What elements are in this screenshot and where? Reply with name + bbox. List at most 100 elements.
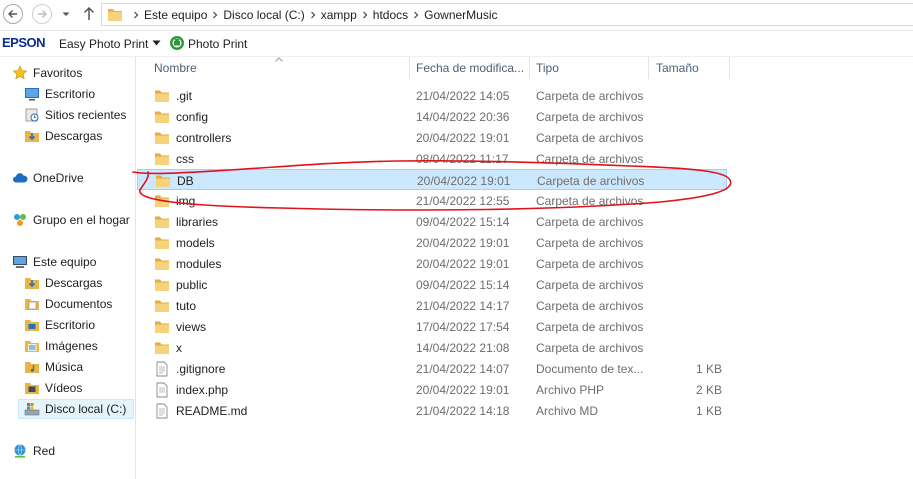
- file-row[interactable]: .gitignore 21/04/2022 14:07 Documento de t…: [137, 358, 727, 379]
- column-header-name[interactable]: Nombre: [154, 57, 409, 79]
- folder-icon: [108, 9, 122, 21]
- address-path-box[interactable]: Este equipo Disco local (C:) xampp htdoc…: [101, 3, 913, 26]
- file-size: [637, 190, 722, 211]
- file-row[interactable]: .git 21/04/2022 14:05 Carpeta de archivos: [137, 85, 727, 106]
- breadcrumb-item[interactable]: htdocs: [373, 8, 408, 22]
- file-type: Archivo PHP: [536, 382, 605, 397]
- breadcrumb-item[interactable]: GownerMusic: [424, 8, 497, 22]
- breadcrumb-item[interactable]: Disco local (C:): [223, 8, 304, 22]
- file-row[interactable]: modules 20/04/2022 19:01 Carpeta de archiv…: [137, 253, 727, 274]
- nav-homegroup[interactable]: Grupo en el hogar: [12, 210, 130, 230]
- nav-pc-music[interactable]: Música: [24, 357, 83, 377]
- nav-favorites[interactable]: Favoritos: [12, 63, 82, 83]
- column-divider[interactable]: [648, 57, 649, 79]
- column-header-date[interactable]: Fecha de modifica...: [416, 57, 529, 79]
- file-date: 21/04/2022 14:05: [416, 88, 510, 103]
- file-row[interactable]: README.md 21/04/2022 14:18 Archivo MD 1 KB: [137, 400, 727, 421]
- file-row[interactable]: models 20/04/2022 19:01 Carpeta de archivo…: [137, 232, 727, 253]
- nav-pc-videos[interactable]: Vídeos: [24, 378, 82, 398]
- nav-onedrive[interactable]: OneDrive: [12, 168, 84, 188]
- file-row[interactable]: DB 20/04/2022 19:01 Carpeta de archivos: [137, 169, 727, 190]
- chevron-right-icon[interactable]: [357, 4, 373, 25]
- recent-locations-dropdown-icon[interactable]: [60, 8, 72, 20]
- file-date: 21/04/2022 14:18: [416, 403, 510, 418]
- file-size: 1 KB: [695, 403, 722, 418]
- breadcrumb-item[interactable]: xampp: [321, 8, 357, 22]
- column-divider[interactable]: [409, 57, 410, 79]
- network-icon: [12, 443, 28, 459]
- file-row[interactable]: views 17/04/2022 17:54 Carpeta de archivos: [137, 316, 727, 337]
- desktop-icon: [24, 317, 40, 333]
- file-type: Carpeta de archivos: [536, 319, 644, 334]
- file-size: [638, 170, 723, 191]
- file-name: index.php: [176, 382, 229, 397]
- column-header-type[interactable]: Tipo: [536, 57, 648, 79]
- forward-button[interactable]: [32, 4, 52, 24]
- file-row[interactable]: index.php 20/04/2022 19:01 Archivo PHP 2 KB: [137, 379, 727, 400]
- file-row[interactable]: config 14/04/2022 20:36 Carpeta de archivo…: [137, 106, 727, 127]
- file-row[interactable]: tuto 21/04/2022 14:17 Carpeta de archivos: [137, 295, 727, 316]
- file-type: Carpeta de archivos: [536, 109, 644, 124]
- nav-pc-downloads[interactable]: Descargas: [24, 273, 102, 293]
- file-size: [637, 274, 722, 295]
- folder-icon: [154, 256, 170, 272]
- nav-favorites-recent[interactable]: Sitios recientes: [24, 105, 126, 125]
- file-name: DB: [177, 173, 194, 188]
- file-name: public: [176, 277, 208, 292]
- file-name-cell: views: [154, 316, 206, 337]
- epson-logo: EPSON: [2, 35, 46, 50]
- file-type: Carpeta de archivos: [536, 88, 644, 103]
- file-row[interactable]: public 09/04/2022 15:14 Carpeta de archivo…: [137, 274, 727, 295]
- text-file-icon: [154, 361, 170, 377]
- file-name-cell: index.php: [154, 379, 228, 400]
- nav-favorites-desktop[interactable]: Escritorio: [24, 84, 95, 104]
- easy-photo-print-button[interactable]: Easy Photo Print: [59, 37, 148, 51]
- file-name: modules: [176, 256, 222, 271]
- file-date: 20/04/2022 19:01: [416, 235, 510, 250]
- pictures-icon: [24, 338, 40, 354]
- nav-network[interactable]: Red: [12, 441, 55, 461]
- file-size: [637, 106, 722, 127]
- chevron-right-icon[interactable]: [207, 4, 223, 25]
- star-icon: [12, 65, 28, 81]
- photo-print-icon[interactable]: [169, 35, 185, 51]
- file-type: Carpeta de archivos: [536, 214, 644, 229]
- file-name: .git: [176, 88, 193, 103]
- nav-pc-pictures[interactable]: Imágenes: [24, 336, 98, 356]
- nav-pc-local-disk[interactable]: Disco local (C:): [18, 399, 134, 419]
- chevron-right-icon[interactable]: [408, 4, 424, 25]
- file-row[interactable]: libraries 09/04/2022 15:14 Carpeta de arch…: [137, 211, 727, 232]
- file-name: .gitignore: [176, 361, 226, 376]
- file-type: Carpeta de archivos: [537, 173, 645, 188]
- up-arrow-icon[interactable]: [80, 5, 98, 23]
- file-date: 20/04/2022 19:01: [417, 173, 511, 188]
- breadcrumb-item[interactable]: Este equipo: [144, 8, 207, 22]
- arrow-left-icon: [8, 10, 17, 18]
- column-header-size[interactable]: Tamaño: [656, 57, 726, 79]
- column-divider[interactable]: [729, 57, 730, 79]
- file-row[interactable]: img 21/04/2022 12:55 Carpeta de archivos: [137, 190, 727, 211]
- nav-pc-documents[interactable]: Documentos: [24, 294, 112, 314]
- file-name-cell: img: [154, 190, 195, 211]
- photo-print-button[interactable]: Photo Print: [188, 37, 247, 51]
- file-row[interactable]: controllers 20/04/2022 19:01 Carpeta de ar…: [137, 127, 727, 148]
- file-name-cell: .gitignore: [154, 358, 225, 379]
- file-name-cell: README.md: [154, 400, 247, 421]
- chevron-right-icon[interactable]: [305, 4, 321, 25]
- folder-icon: [154, 109, 170, 125]
- chevron-right-icon[interactable]: [128, 4, 144, 25]
- nav-favorites-downloads[interactable]: Descargas: [24, 126, 102, 146]
- file-row[interactable]: css 08/04/2022 11:17 Carpeta de archivos: [137, 148, 727, 169]
- file-list: Nombre Fecha de modifica... Tipo Tamaño …: [137, 57, 913, 479]
- file-name: controllers: [176, 130, 232, 145]
- nav-label: Red: [33, 444, 56, 458]
- nav-pc-desktop[interactable]: Escritorio: [24, 315, 95, 335]
- file-row[interactable]: x 14/04/2022 21:08 Carpeta de archivos: [137, 337, 727, 358]
- nav-label: OneDrive: [33, 171, 84, 185]
- nav-this-pc[interactable]: Este equipo: [12, 252, 96, 272]
- column-divider[interactable]: [529, 57, 530, 79]
- back-button[interactable]: [3, 4, 23, 24]
- nav-label: Descargas: [45, 276, 103, 290]
- file-size: [637, 295, 722, 316]
- dropdown-arrow-icon[interactable]: [152, 40, 161, 46]
